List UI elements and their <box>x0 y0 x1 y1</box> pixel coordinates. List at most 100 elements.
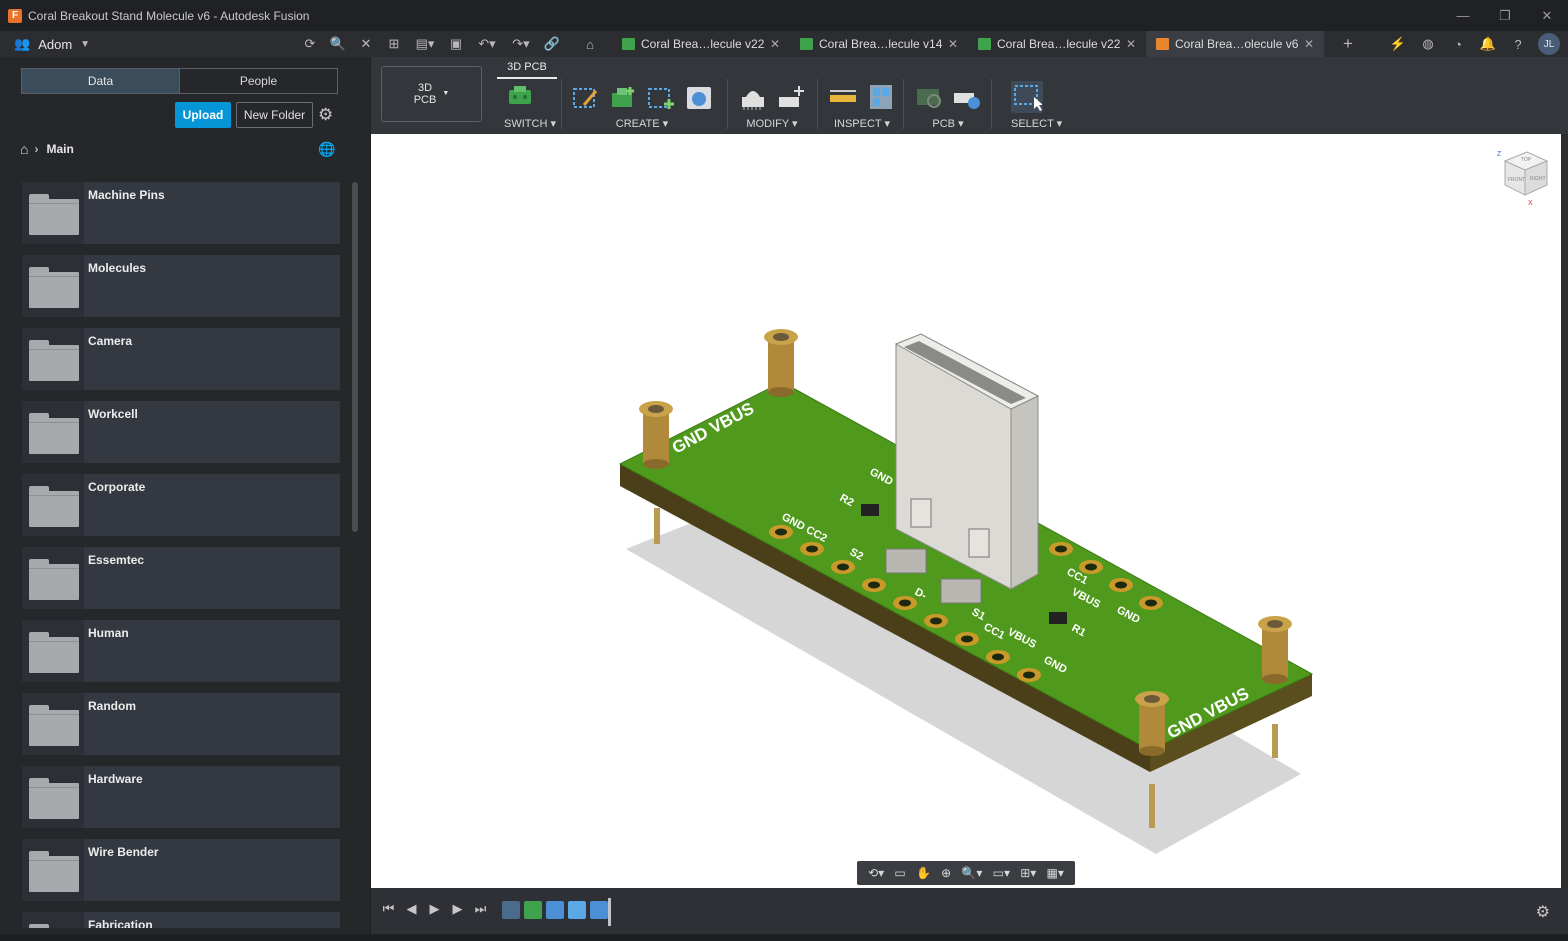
grid-settings-icon[interactable]: ⊞▾ <box>1020 866 1036 880</box>
go-to-start-icon[interactable]: ⏮ <box>381 901 396 917</box>
canvas-viewport[interactable]: GND VBUS GND VBUS GND CC2 S2 R2 GND D- S… <box>371 134 1561 888</box>
viewports-icon[interactable]: ▦▾ <box>1047 866 1064 880</box>
save-icon[interactable]: ▣ <box>444 32 468 56</box>
minimize-button[interactable]: — <box>1442 0 1484 31</box>
place-3d-model-icon[interactable] <box>683 81 715 113</box>
undo-icon[interactable]: ↶▾ <box>472 32 502 56</box>
look-at-icon[interactable]: ▭ <box>894 866 905 880</box>
add-outline-icon[interactable] <box>645 81 677 113</box>
learning-icon[interactable]: ◍ <box>1418 36 1438 52</box>
grid-menu-icon[interactable]: ⊞ <box>382 32 406 56</box>
tab-3d-pcb[interactable]: 3D PCB <box>497 57 557 79</box>
folder-name: Fabrication <box>88 918 153 928</box>
pcb-settings-icon[interactable] <box>951 81 983 113</box>
close-tab-icon[interactable]: ✕ <box>1126 37 1136 51</box>
list-item[interactable]: Molecules <box>22 255 340 317</box>
pcb-menu[interactable]: PCB ▾ <box>913 117 983 130</box>
document-tab-4-active[interactable]: Coral Brea…olecule v6 ✕ <box>1146 31 1324 57</box>
help-icon[interactable]: ? <box>1508 37 1528 52</box>
home-icon[interactable]: ⌂ <box>20 141 28 157</box>
home-icon[interactable]: ⌂ <box>578 32 602 56</box>
close-window-button[interactable]: ✕ <box>1526 0 1568 31</box>
display-settings-icon[interactable]: ▭▾ <box>993 866 1010 880</box>
workspace-label-line2: PCB <box>413 94 437 106</box>
go-to-end-icon[interactable]: ⏭ <box>473 901 488 917</box>
list-item[interactable]: Essemtec <box>22 547 340 609</box>
viewcube-front-label: FRONT <box>1508 177 1525 183</box>
timeline-feature-icon[interactable] <box>524 901 542 919</box>
selection-box-icon[interactable] <box>1011 81 1043 113</box>
list-item[interactable]: Corporate <box>22 474 340 536</box>
gear-icon[interactable]: ⚙ <box>318 105 333 125</box>
view-cube[interactable]: TOP FRONT RIGHT Z X <box>1497 147 1551 207</box>
pcb-link-icon[interactable] <box>913 81 945 113</box>
measure-icon[interactable] <box>827 81 859 113</box>
close-tab-icon[interactable]: ✕ <box>770 37 780 51</box>
close-tab-icon[interactable]: ✕ <box>948 37 958 51</box>
document-tab-1[interactable]: Coral Brea…lecule v22 ✕ <box>612 31 790 57</box>
job-status-icon[interactable]: ◔ <box>1448 37 1468 52</box>
search-icon[interactable]: 🔍 <box>326 32 350 56</box>
list-item[interactable]: Random <box>22 693 340 755</box>
redo-icon[interactable]: ↷▾ <box>506 32 536 56</box>
list-item[interactable]: Machine Pins <box>22 182 340 244</box>
list-item[interactable]: Hardware <box>22 766 340 828</box>
timeline-feature-icon[interactable] <box>546 901 564 919</box>
step-forward-icon[interactable]: ▶ <box>450 901 465 917</box>
pan-hand-icon[interactable]: ✋ <box>916 866 931 880</box>
timeline-feature-icon[interactable] <box>568 901 586 919</box>
orbit-icon[interactable]: ⟲▾ <box>868 866 884 880</box>
list-item[interactable]: Human <box>22 620 340 682</box>
modify-menu[interactable]: MODIFY ▾ <box>737 117 807 130</box>
list-item[interactable]: Wire Bender <box>22 839 340 901</box>
sketch-outline-icon[interactable] <box>569 81 601 113</box>
file-menu-icon[interactable]: ▤▾ <box>410 32 440 56</box>
section-analysis-icon[interactable] <box>865 81 897 113</box>
tab-people[interactable]: People <box>180 69 337 93</box>
close-panel-icon[interactable]: ✕ <box>354 32 378 56</box>
new-folder-button[interactable]: New Folder <box>236 102 313 128</box>
play-icon[interactable]: ▶ <box>427 901 442 917</box>
folder-list-scrollbar[interactable] <box>352 182 358 532</box>
resistor-r1 <box>1049 612 1067 624</box>
refresh-icon[interactable]: ⟳ <box>298 32 322 56</box>
gear-icon[interactable]: ⚙ <box>1536 902 1550 922</box>
timeline-feature-icon[interactable] <box>590 901 608 919</box>
close-tab-icon[interactable]: ✕ <box>1304 37 1314 51</box>
maximize-button[interactable]: ❐ <box>1484 0 1526 31</box>
move-component-icon[interactable] <box>775 81 807 113</box>
tab-data[interactable]: Data <box>22 69 180 93</box>
modify-component-icon[interactable] <box>737 81 769 113</box>
zoom-window-icon[interactable]: 🔍▾ <box>961 866 982 880</box>
select-label: SELECT <box>1011 118 1054 130</box>
globe-icon[interactable]: 🌐 <box>318 141 335 158</box>
list-item[interactable]: Workcell <box>22 401 340 463</box>
extensions-icon[interactable]: ⚡ <box>1388 36 1408 52</box>
schematic-icon <box>800 38 813 50</box>
new-tab-button[interactable]: + <box>1336 31 1360 57</box>
select-menu[interactable]: SELECT ▾ <box>1011 117 1062 130</box>
document-tab-2[interactable]: Coral Brea…lecule v14 ✕ <box>790 31 968 57</box>
toolbar-ribbon: 3D PCB ▼ 3D PCB SWITCH ▾ CREATE ▾ MODIFY … <box>371 57 1568 134</box>
workspace-switcher[interactable]: 3D PCB ▼ <box>381 66 482 122</box>
list-item[interactable]: Fabrication <box>22 912 340 928</box>
notifications-bell-icon[interactable]: 🔔 <box>1478 36 1498 52</box>
list-item[interactable]: Camera <box>22 328 340 390</box>
timeline-marker[interactable] <box>608 898 611 926</box>
upload-button[interactable]: Upload <box>175 102 231 128</box>
folder-icon <box>29 340 79 381</box>
create-component-icon[interactable] <box>607 81 639 113</box>
chevron-down-icon: ▼ <box>80 38 91 50</box>
timeline-feature-icon[interactable] <box>502 901 520 919</box>
switch-to-pcb-icon[interactable] <box>504 81 536 113</box>
create-menu[interactable]: CREATE ▾ <box>569 117 715 130</box>
zoom-icon[interactable]: ⊕ <box>941 866 951 880</box>
inspect-menu[interactable]: INSPECT ▾ <box>827 117 897 130</box>
link-icon[interactable]: 🔗 <box>540 32 564 56</box>
step-back-icon[interactable]: ◀ <box>404 901 419 917</box>
team-switcher[interactable]: 👥 Adom ▼ <box>14 36 274 52</box>
document-tab-3[interactable]: Coral Brea…lecule v22 ✕ <box>968 31 1146 57</box>
switch-menu[interactable]: SWITCH ▾ <box>504 117 556 130</box>
avatar[interactable]: JL <box>1538 33 1560 55</box>
breadcrumb-current[interactable]: Main <box>46 142 73 156</box>
